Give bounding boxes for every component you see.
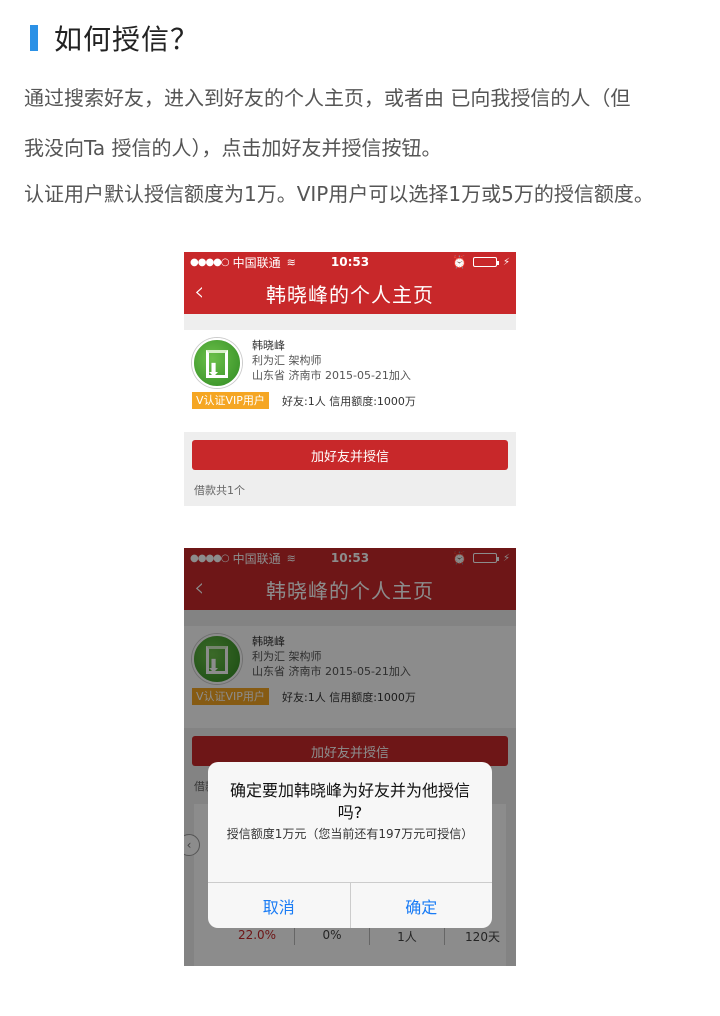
instruction-line-2: 我没向Ta 授信的人），点击加好友并授信按钮。 xyxy=(24,136,442,160)
avatar: ⬇ xyxy=(192,338,242,388)
phone-screenshot-profile: ●●●●○ 中国联通 ≋ 10:53 ⏰ ⚡ ‹ 韩晓峰的个人主页 ⬇ 韩晓峰 … xyxy=(184,252,516,506)
confirm-button[interactable]: 确定 xyxy=(349,883,493,928)
phone-screenshot-dialog: ●●●●○ 中国联通 ≋ 10:53 ⏰ ⚡ ‹ 韩晓峰的个人主页 ⬇ 韩晓峰 … xyxy=(184,548,516,966)
vip-badge: V认证VIP用户 xyxy=(192,392,269,409)
profile-name: 韩晓峰 xyxy=(252,339,285,352)
cancel-button[interactable]: 取消 xyxy=(208,883,350,928)
profile-location: 山东省 济南市 2015-05-21加入 xyxy=(252,369,411,382)
section-header: 如何授信？ xyxy=(30,18,199,58)
confirm-dialog: 确定要加韩晓峰为好友并为他授信吗? 授信额度1万元（您当前还有197万元可授信）… xyxy=(208,762,492,928)
instruction-line-3: 认证用户默认授信额度为1万。VIP用户可以选择1万或5万的授信额度。 xyxy=(24,182,654,206)
carrier-label: 中国联通 xyxy=(232,255,281,270)
profile-company: 利为汇 架构师 xyxy=(252,354,322,367)
alarm-icon: ⏰ xyxy=(452,255,467,269)
signal-icon: ●●●●○ xyxy=(190,256,230,268)
status-bar: ●●●●○ 中国联通 ≋ 10:53 ⏰ ⚡ xyxy=(184,252,516,272)
instruction-line-1: 通过搜索好友，进入到好友的个人主页，或者由 已向我授信的人（但 xyxy=(24,86,631,110)
loan-count: 借款共1个 xyxy=(194,484,245,497)
charging-icon: ⚡ xyxy=(502,256,510,268)
profile-card: ⬇ 韩晓峰 利为汇 架构师 山东省 济南市 2015-05-21加入 V认证VI… xyxy=(184,330,516,432)
nav-title: 韩晓峰的个人主页 xyxy=(266,282,434,307)
wifi-icon: ≋ xyxy=(286,255,296,269)
battery-icon xyxy=(472,257,499,267)
dialog-title: 确定要加韩晓峰为好友并为他授信吗? xyxy=(229,781,470,822)
profile-stats: 好友:1人 信用额度:1000万 xyxy=(282,395,416,408)
header-accent-bar xyxy=(30,25,38,51)
section-title: 如何授信？ xyxy=(54,23,200,56)
dialog-message: 授信额度1万元（您当前还有197万元可授信） xyxy=(226,827,474,841)
back-chevron-icon[interactable]: ‹ xyxy=(194,278,204,306)
nav-bar: ‹ 韩晓峰的个人主页 xyxy=(184,272,516,314)
add-friend-and-credit-button[interactable]: 加好友并授信 xyxy=(192,440,508,470)
